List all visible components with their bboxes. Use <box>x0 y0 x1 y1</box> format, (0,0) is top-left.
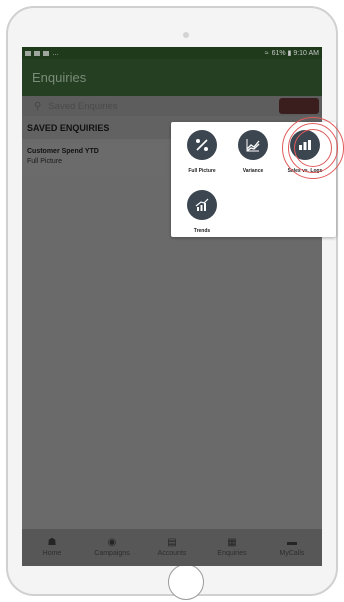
section-title-text: SAVED ENQUIRIES <box>27 122 110 133</box>
wifi-icon: ≈ <box>264 49 269 57</box>
bottom-nav: ☗ Home ◉ Campaigns ▤ Accounts ▦ Enquirie… <box>22 529 322 566</box>
tile-label: Variance <box>242 168 264 174</box>
camera <box>183 32 189 38</box>
notification-icon <box>43 50 49 56</box>
nav-item-home[interactable]: ☗ Home <box>22 529 82 566</box>
home-icon: ☗ <box>47 537 57 548</box>
nav-label: Campaigns <box>94 550 130 557</box>
accounts-icon: ▤ <box>167 537 177 548</box>
page-title: Enquiries <box>32 70 87 85</box>
search-bar[interactable]: ⚲ Saved Enquiries <box>22 96 322 116</box>
device-home-button[interactable] <box>168 564 204 600</box>
app-bar: Enquiries <box>22 59 322 96</box>
nav-item-mycalls[interactable]: ▬ MyCalls <box>262 529 322 566</box>
tile-trends[interactable]: Trends <box>178 190 226 234</box>
notification-icon <box>34 50 40 56</box>
nav-item-campaigns[interactable]: ◉ Campaigns <box>82 529 142 566</box>
tile-variance[interactable]: Variance <box>229 130 277 174</box>
nav-label: Enquiries <box>217 550 247 557</box>
sales-vs-logs-icon <box>290 130 320 160</box>
nav-item-enquiries[interactable]: ▦ Enquiries <box>202 529 262 566</box>
filter-button[interactable] <box>279 98 319 114</box>
nav-label: Home <box>42 550 62 557</box>
status-right: ≈ 61% ▮ 9:10 AM <box>264 49 319 58</box>
enquiries-icon: ▦ <box>227 537 237 548</box>
campaigns-icon: ◉ <box>107 537 117 548</box>
mycalls-icon: ▬ <box>287 537 297 548</box>
search-input[interactable]: Saved Enquiries <box>48 101 117 112</box>
nav-item-accounts[interactable]: ▤ Accounts <box>142 529 202 566</box>
nav-label: Accounts <box>157 550 187 557</box>
tile-label: Full Picture <box>188 168 216 174</box>
status-more: … <box>52 49 59 57</box>
full-picture-icon <box>187 130 217 160</box>
status-bar: … ≈ 61% ▮ 9:10 AM <box>22 47 322 59</box>
nav-label: MyCalls <box>279 550 305 557</box>
tile-sales-vs-logs[interactable]: Sales vs. Logs <box>281 130 329 174</box>
trends-chart-icon <box>187 190 217 220</box>
variance-chart-icon <box>238 130 268 160</box>
notification-icon <box>25 50 31 56</box>
report-type-popup: Full Picture Variance Sales vs. Logs Tre… <box>171 122 336 237</box>
status-left: … <box>25 50 59 57</box>
tile-full-picture[interactable]: Full Picture <box>178 130 226 174</box>
tile-label: Sales vs. Logs <box>287 168 323 174</box>
status-time: 61% ▮ 9:10 AM <box>271 50 319 57</box>
tile-label: Trends <box>193 228 211 234</box>
search-icon: ⚲ <box>34 100 42 112</box>
